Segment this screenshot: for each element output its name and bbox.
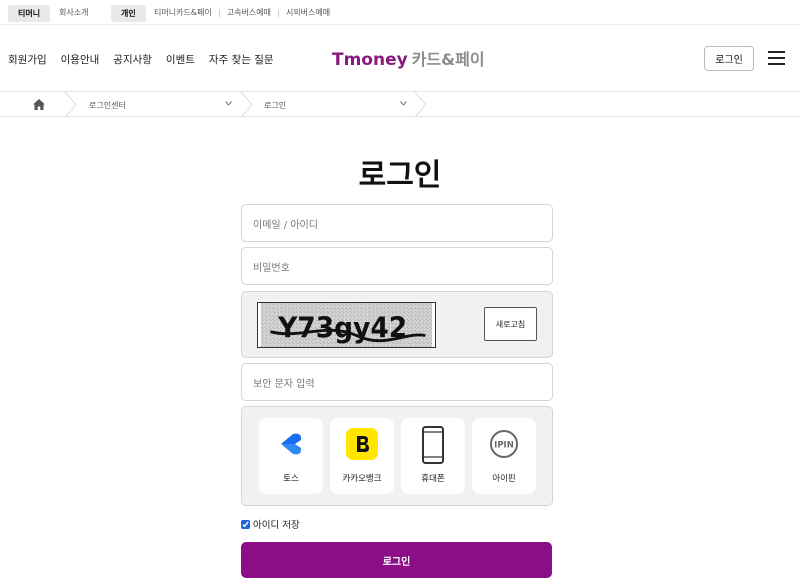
remember-id[interactable]: 아이디 저장 [241, 517, 300, 531]
personal-tab[interactable]: 개인 [111, 5, 146, 22]
nav-faq[interactable]: 자주 찾는 질문 [209, 52, 274, 67]
chevron-down-icon[interactable] [400, 101, 407, 106]
breadcrumb-login-center[interactable]: 로그인센터 [89, 100, 126, 111]
auth-ipin-label: 아이핀 [492, 474, 516, 484]
service-links: 티머니카드&페이 고속버스예매 시외버스예매 [154, 7, 330, 18]
kakaobank-icon [346, 428, 378, 460]
toss-icon [281, 433, 302, 455]
site-logo[interactable]: Tmoney 카드&페이 [332, 46, 485, 70]
auth-kakaobank-button[interactable]: 카카오뱅크 [330, 418, 394, 494]
top-utility-bar: 티머니 회사소개 개인 티머니카드&페이 고속버스예매 시외버스예매 [0, 0, 800, 25]
company-intro-link[interactable]: 회사소개 [59, 7, 88, 18]
logo-brand: Tmoney [332, 50, 408, 70]
captcha-image: Y73gy42 [257, 302, 436, 348]
divider [218, 8, 220, 17]
auth-ipin-button[interactable]: IPIN 아이핀 [472, 418, 536, 494]
main-nav: 회원가입 이용안내 공지사항 이벤트 자주 찾는 질문 [8, 52, 274, 67]
auth-toss-button[interactable]: 토스 [259, 418, 323, 494]
divider [277, 8, 279, 17]
nav-notice[interactable]: 공지사항 [113, 52, 152, 67]
remember-id-label: 아이디 저장 [253, 520, 300, 531]
breadcrumb-separator-icon [414, 92, 427, 117]
logo-suffix: 카드&페이 [411, 50, 485, 69]
id-input[interactable]: 이메일 / 아이디 [241, 204, 553, 242]
nav-event[interactable]: 이벤트 [166, 52, 195, 67]
page-title: 로그인 [358, 158, 442, 193]
svg-text:IPIN: IPIN [494, 441, 514, 451]
nav-signup[interactable]: 회원가입 [8, 52, 47, 67]
hamburger-icon[interactable] [768, 51, 785, 65]
password-input[interactable]: 비밀번호 [241, 247, 553, 285]
header-login-button[interactable]: 로그인 [704, 46, 754, 71]
tmoney-tab[interactable]: 티머니 [8, 5, 51, 22]
auth-mobile-label: 휴대폰 [421, 474, 445, 484]
auth-methods-panel: 토스 카카오뱅크 휴대폰 IPIN 아이핀 [241, 406, 553, 506]
home-icon[interactable] [33, 99, 45, 110]
captcha-input[interactable]: 보안 문자 입력 [241, 363, 553, 401]
remember-id-checkbox[interactable] [241, 519, 250, 529]
tmoney-card-pay-link[interactable]: 티머니카드&페이 [154, 7, 212, 18]
chevron-down-icon[interactable] [225, 101, 232, 106]
auth-mobile-button[interactable]: 휴대폰 [401, 418, 465, 494]
mobile-phone-icon [422, 426, 444, 464]
express-bus-link[interactable]: 고속버스예매 [227, 7, 271, 18]
captcha-refresh-button[interactable]: 새로고침 [484, 307, 537, 341]
ipin-icon: IPIN [490, 430, 518, 458]
breadcrumb-separator-icon [240, 92, 253, 117]
captcha-panel: Y73gy42 새로고침 [241, 291, 553, 358]
nav-guide[interactable]: 이용안내 [61, 52, 100, 67]
auth-toss-label: 토스 [283, 474, 299, 484]
breadcrumb-separator-icon [64, 92, 77, 117]
breadcrumb-login[interactable]: 로그인 [264, 100, 286, 111]
login-submit-button[interactable]: 로그인 [241, 542, 552, 578]
auth-kakaobank-label: 카카오뱅크 [342, 474, 382, 484]
intercity-bus-link[interactable]: 시외버스예매 [286, 7, 330, 18]
breadcrumb: 로그인센터 로그인 [0, 92, 800, 117]
main-header: 회원가입 이용안내 공지사항 이벤트 자주 찾는 질문 Tmoney 카드&페이… [0, 26, 800, 92]
